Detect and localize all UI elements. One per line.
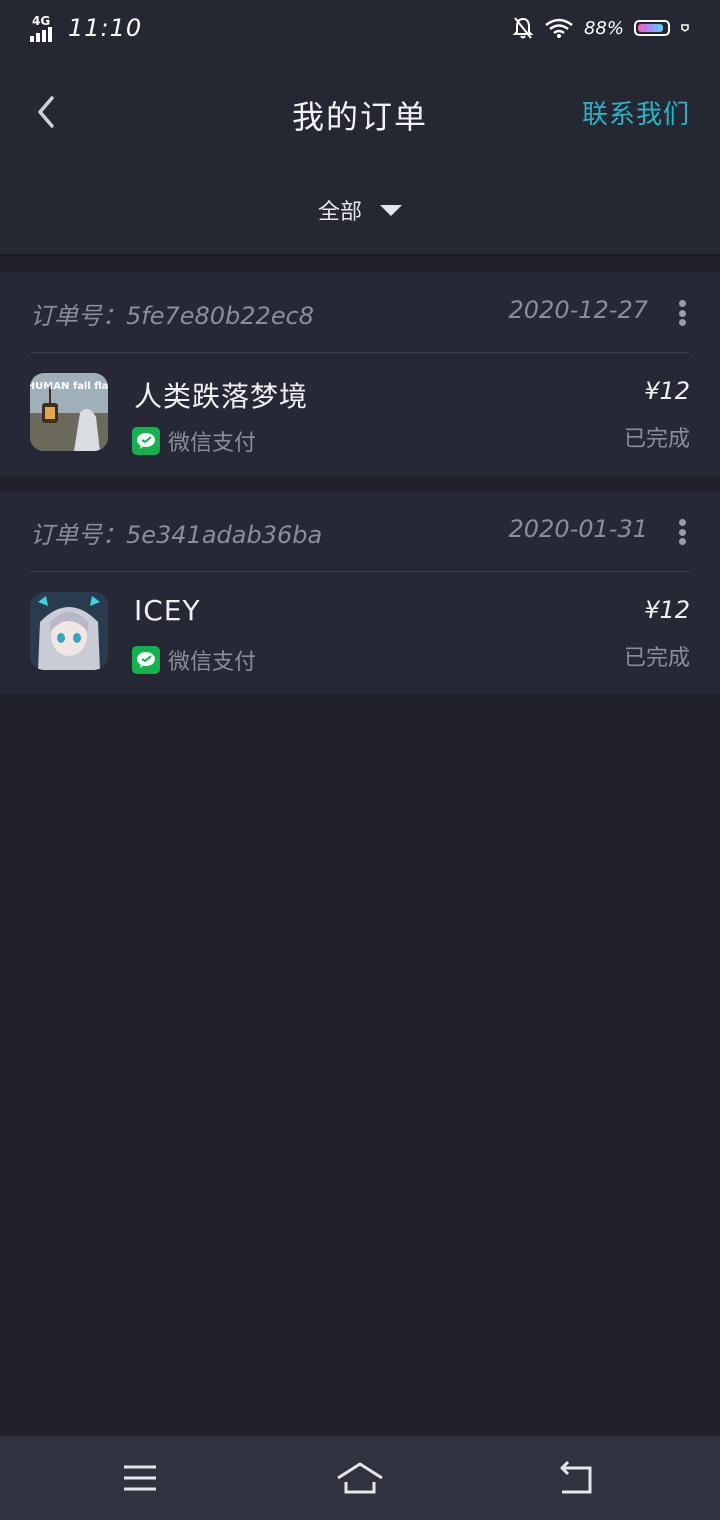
screen: 4G 11:10 88% 我的订单 联系我们 全部 订单号：5fe7e80b22… bbox=[0, 0, 720, 1520]
order-list: 订单号：5fe7e80b22ec8 2020-12-27 HUMAN fall … bbox=[0, 272, 720, 710]
game-name: 人类跌落梦境 bbox=[134, 380, 309, 413]
game-name: ICEY bbox=[134, 594, 201, 627]
order-number: 订单号：5e341adab36ba bbox=[30, 521, 323, 549]
human-fall-flat-app-icon: HUMAN fall flat bbox=[30, 373, 108, 451]
order-status: 已完成 bbox=[623, 427, 690, 452]
status-left: 4G 11:10 bbox=[30, 12, 142, 44]
order-price: ¥12 bbox=[644, 596, 690, 624]
order-body: HUMAN fall flat 人类跌落梦境 微信支付 ¥12 已完成 bbox=[30, 353, 690, 475]
signal-icon: 4G bbox=[30, 14, 60, 42]
order-header: 订单号：5fe7e80b22ec8 2020-12-27 bbox=[30, 272, 690, 353]
order-card[interactable]: 订单号：5fe7e80b22ec8 2020-12-27 HUMAN fall … bbox=[0, 272, 720, 475]
battery-icon bbox=[634, 20, 670, 36]
menu-icon[interactable] bbox=[118, 1456, 162, 1500]
icey-app-icon bbox=[30, 592, 108, 670]
system-nav-bar bbox=[0, 1436, 720, 1520]
filter-label: 全部 bbox=[317, 200, 362, 225]
network-type: 4G bbox=[32, 14, 51, 28]
wechat-pay-icon bbox=[132, 646, 160, 674]
battery-fill bbox=[638, 24, 663, 32]
payment-label: 微信支付 bbox=[168, 431, 257, 456]
payment-method: 微信支付 bbox=[132, 644, 256, 676]
wifi-icon bbox=[545, 18, 573, 38]
order-body: ICEY 微信支付 ¥12 已完成 bbox=[30, 572, 690, 694]
order-number: 订单号：5fe7e80b22ec8 bbox=[30, 302, 315, 330]
filter-dropdown[interactable]: 全部 bbox=[0, 194, 720, 226]
contact-us-link[interactable]: 联系我们 bbox=[582, 94, 690, 131]
battery-percent: 88% bbox=[583, 17, 624, 39]
status-bar: 4G 11:10 88% bbox=[0, 0, 720, 56]
page-header: 我的订单 联系我们 全部 bbox=[0, 56, 720, 256]
caret-down-icon bbox=[380, 204, 402, 216]
order-date: 2020-01-31 bbox=[508, 515, 648, 543]
payment-label: 微信支付 bbox=[168, 650, 257, 675]
wechat-pay-icon bbox=[132, 427, 160, 455]
home-icon[interactable] bbox=[336, 1456, 384, 1500]
app-icon-text: HUMAN fall flat bbox=[30, 381, 108, 392]
back-nav-icon[interactable] bbox=[556, 1456, 600, 1500]
order-price: ¥12 bbox=[644, 377, 690, 405]
status-time: 11:10 bbox=[68, 14, 143, 42]
more-options-icon[interactable] bbox=[678, 300, 686, 326]
order-card[interactable]: 订单号：5e341adab36ba 2020-01-31 ICEY 微信支付 ¥… bbox=[0, 491, 720, 694]
more-options-icon[interactable] bbox=[678, 519, 686, 545]
bell-muted-icon bbox=[512, 17, 534, 39]
payment-method: 微信支付 bbox=[132, 425, 256, 457]
order-header: 订单号：5e341adab36ba 2020-01-31 bbox=[30, 491, 690, 572]
charging-plug-icon bbox=[681, 24, 689, 32]
status-right: 88% bbox=[512, 12, 690, 44]
order-date: 2020-12-27 bbox=[508, 296, 648, 324]
order-status: 已完成 bbox=[623, 646, 690, 671]
